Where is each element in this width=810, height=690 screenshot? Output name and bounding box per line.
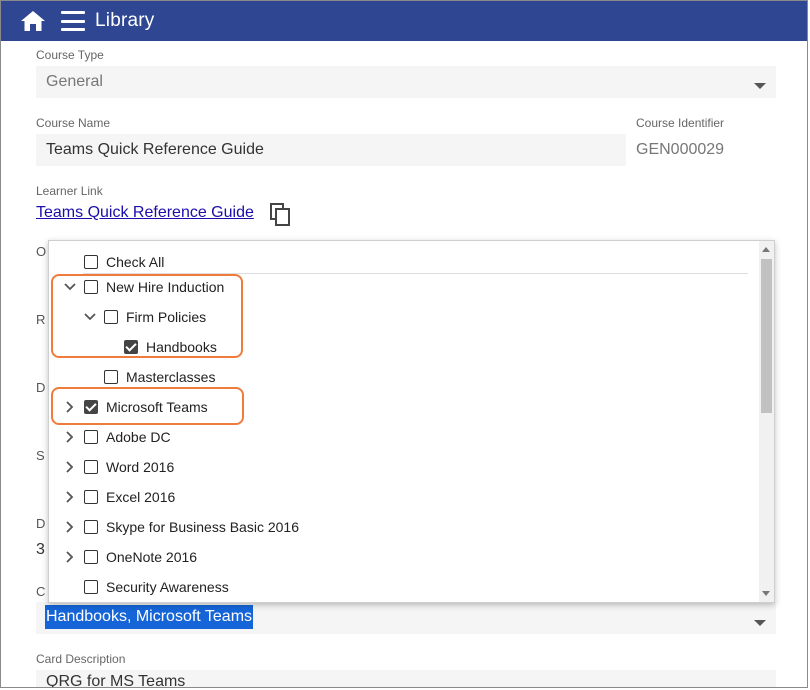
categories-chevron-down-icon[interactable]	[754, 620, 766, 626]
course-type-label: Course Type	[36, 48, 104, 62]
tree-item-adobe-dc[interactable]: Adobe DC	[49, 422, 761, 452]
onenote-2016-checkbox[interactable]	[84, 550, 98, 564]
skype-for-business-checkbox[interactable]	[84, 520, 98, 534]
tree-item-label: OneNote 2016	[106, 549, 198, 565]
partial-label-1: O	[36, 244, 47, 259]
security-awareness-checkbox[interactable]	[84, 580, 98, 594]
tree-item-onenote-2016[interactable]: OneNote 2016	[49, 542, 761, 572]
copy-icon[interactable]	[270, 203, 292, 227]
scroll-up-arrow-icon[interactable]	[762, 247, 770, 252]
app-window: Library Course Type General Course Name …	[0, 0, 808, 688]
partial-label-2: R	[36, 312, 46, 327]
tree-item-label: Excel 2016	[106, 489, 176, 505]
learner-link-label: Learner Link	[36, 184, 103, 198]
course-identifier-field: GEN000029	[626, 134, 776, 166]
categories-dropdown-panel: Check All New Hire Induction Firm Polici…	[48, 240, 775, 603]
tree-item-label: Masterclasses	[126, 369, 216, 385]
course-type-select[interactable]: General	[36, 66, 776, 98]
check-all-label: Check All	[106, 254, 165, 270]
chevron-right-icon[interactable]	[63, 430, 77, 444]
chevron-right-icon[interactable]	[63, 520, 77, 534]
adobe-dc-checkbox[interactable]	[84, 430, 98, 444]
chevron-right-icon[interactable]	[63, 550, 77, 564]
partial-label-7: C	[36, 584, 46, 599]
tree-item-label: Skype for Business Basic 2016	[106, 519, 299, 535]
masterclasses-checkbox[interactable]	[104, 370, 118, 384]
check-all-checkbox[interactable]	[84, 255, 98, 269]
tree-item-excel-2016[interactable]: Excel 2016	[49, 482, 761, 512]
card-description-label: Card Description	[36, 652, 126, 666]
course-identifier-value: GEN000029	[636, 141, 725, 158]
categories-selected-value: Handbooks, Microsoft Teams	[45, 605, 254, 629]
chevron-right-icon[interactable]	[63, 490, 77, 504]
course-name-label: Course Name	[36, 116, 111, 130]
excel-2016-checkbox[interactable]	[84, 490, 98, 504]
course-name-field[interactable]: Teams Quick Reference Guide	[36, 134, 626, 166]
card-description-value: QRG for MS Teams	[46, 673, 186, 688]
tree-item-security-awareness[interactable]: Security Awareness	[49, 572, 761, 602]
course-form: Course Type General Course Name Teams Qu…	[1, 41, 807, 688]
partial-label-3: D	[36, 380, 46, 395]
highlight-box-new-hire-group	[51, 274, 243, 358]
tree-item-label: Word 2016	[106, 459, 175, 475]
course-type-chevron-down-icon[interactable]	[754, 83, 766, 89]
learner-link[interactable]: Teams Quick Reference Guide	[36, 204, 254, 222]
partial-value-6: 3	[36, 541, 45, 558]
tree-item-skype-for-business[interactable]: Skype for Business Basic 2016	[49, 512, 761, 542]
scroll-down-arrow-icon[interactable]	[762, 591, 770, 596]
chevron-right-icon[interactable]	[63, 460, 77, 474]
top-bar: Library	[1, 1, 807, 41]
tree-item-word-2016[interactable]: Word 2016	[49, 452, 761, 482]
highlight-box-microsoft-teams	[51, 387, 244, 425]
course-identifier-label: Course Identifier	[636, 116, 725, 130]
partial-label-4: S	[36, 448, 45, 463]
partial-label-5: D	[36, 516, 46, 531]
hamburger-menu-icon[interactable]	[61, 11, 85, 31]
tree-item-label: Security Awareness	[106, 579, 229, 595]
home-icon[interactable]	[20, 9, 46, 33]
app-title: Library	[95, 10, 155, 31]
dropdown-scrollbar[interactable]	[759, 241, 774, 602]
course-name-value: Teams Quick Reference Guide	[46, 141, 264, 158]
card-description-field[interactable]: QRG for MS Teams	[36, 670, 776, 688]
tree-item-label: Adobe DC	[106, 429, 171, 445]
scrollbar-thumb[interactable]	[761, 259, 772, 413]
word-2016-checkbox[interactable]	[84, 460, 98, 474]
course-type-value: General	[46, 73, 103, 90]
